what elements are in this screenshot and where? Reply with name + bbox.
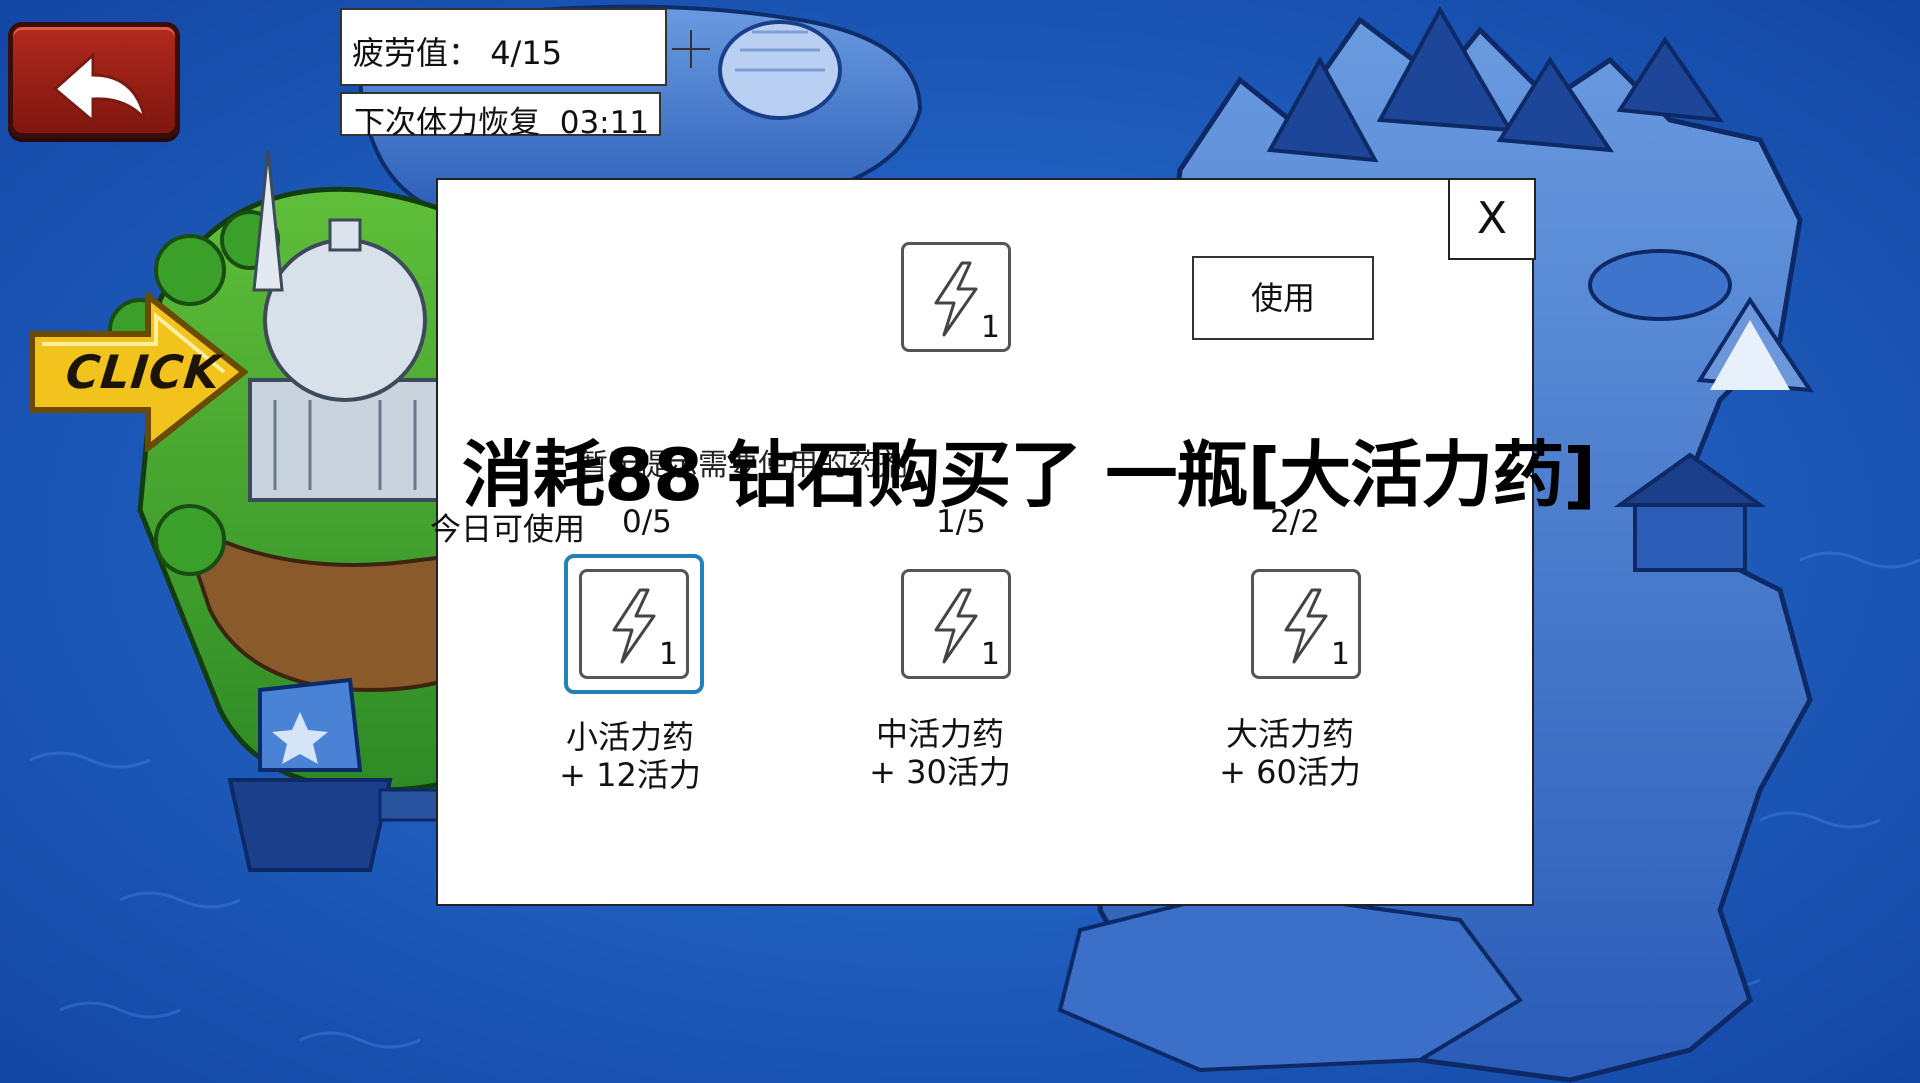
small-potion-info: 小活力药 + 12活力 [530, 718, 730, 794]
selected-potion-slot: 1 [901, 242, 1011, 352]
large-potion-slot[interactable]: 1 [1251, 569, 1361, 679]
potion-name: 中活力药 [875, 715, 1004, 753]
slot-count: 1 [980, 637, 1000, 672]
small-potion-slot[interactable]: 1 [579, 569, 689, 679]
lightning-icon [934, 588, 978, 664]
add-fatigue-button[interactable] [670, 28, 712, 70]
slot-count: 1 [1330, 637, 1350, 672]
potion-effect: + 12活力 [559, 756, 701, 794]
potion-name: 大活力药 [1225, 715, 1354, 753]
medium-potion-info: 中活力药 + 30活力 [840, 715, 1040, 791]
recover-time: 03:11 [559, 105, 650, 141]
back-button[interactable] [8, 22, 180, 138]
purchase-toast: 消耗88 钻石购买了 一瓶[大活力药] [462, 433, 1596, 517]
recover-timer-panel: 下次体力恢复 03:11 [340, 92, 661, 141]
potion-dialog: X 1 使用 暂无提示需要使用的药剂 今日可使用 0/5 1/5 2/2 1 1… [430, 178, 1536, 906]
fatigue-label-text: 疲劳值： [352, 34, 481, 72]
fatigue-label: 疲劳值： 4/15 [352, 28, 562, 74]
close-button[interactable]: X [1448, 178, 1536, 260]
potion-name: 小活力药 [565, 718, 694, 756]
recover-label: 下次体力恢复 03:11 [354, 97, 649, 142]
close-icon: X [1476, 193, 1508, 244]
lightning-icon [934, 261, 978, 337]
slot-count: 1 [980, 310, 1000, 345]
large-potion-info: 大活力药 + 60活力 [1190, 715, 1390, 791]
potion-effect: + 60活力 [1219, 753, 1361, 791]
click-sign-label: CLICK [63, 345, 224, 399]
fatigue-value: 4/15 [490, 34, 563, 72]
recover-label-text: 下次体力恢复 [354, 105, 540, 141]
lightning-icon [612, 588, 656, 664]
medium-potion-slot[interactable]: 1 [901, 569, 1011, 679]
potion-effect: + 30活力 [869, 753, 1011, 791]
slot-count: 1 [658, 637, 678, 672]
use-button[interactable]: 使用 [1192, 256, 1374, 340]
fatigue-panel: 疲劳值： 4/15 [340, 8, 667, 86]
back-arrow-icon [52, 51, 148, 125]
lightning-icon [1284, 588, 1328, 664]
